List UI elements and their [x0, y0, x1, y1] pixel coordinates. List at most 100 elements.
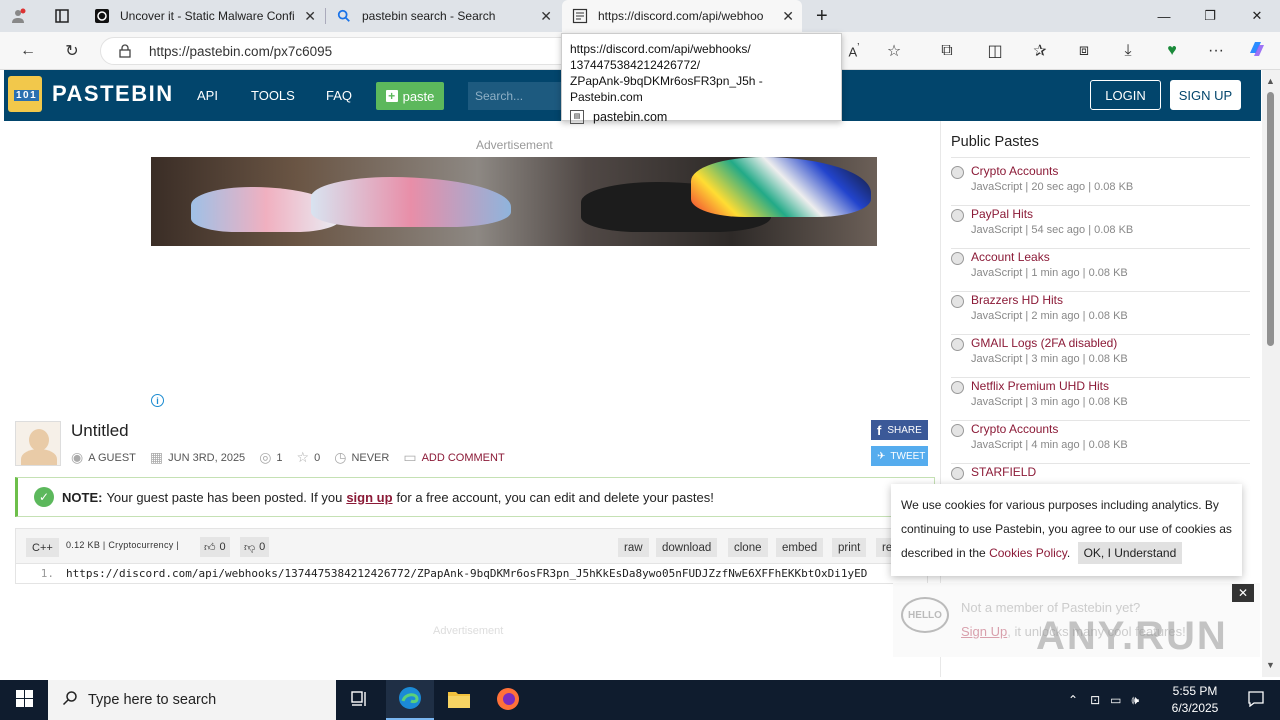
public-paste-item[interactable]: Crypto Accounts JavaScript | 20 sec ago |… [951, 163, 1250, 206]
tab-discord-webhook[interactable]: https://discord.com/api/webhoo ✕ [562, 0, 802, 32]
tab-actions-button[interactable] [44, 0, 82, 32]
task-view-button[interactable] [336, 680, 384, 720]
close-icon[interactable]: ✕ [1232, 584, 1254, 602]
close-tab-icon[interactable]: ✕ [540, 8, 552, 25]
download-button[interactable]: download [656, 538, 718, 557]
scroll-down-icon[interactable]: ▼ [1266, 660, 1275, 670]
back-button[interactable]: ← [14, 38, 42, 64]
facebook-icon: f [877, 422, 882, 438]
downloads-button[interactable]: ⤓ [1114, 38, 1142, 64]
paste-author[interactable]: ◉ A GUEST [71, 449, 136, 466]
star-icon: ☆ [886, 43, 902, 60]
taskbar-search[interactable]: Type here to search [48, 680, 336, 720]
file-explorer-taskbar-button[interactable] [435, 680, 483, 720]
paste-title: Untitled [71, 421, 129, 440]
paste-link[interactable]: Crypto Accounts [971, 422, 1058, 436]
scrollbar-thumb[interactable] [1267, 92, 1274, 346]
nav-api[interactable]: API [197, 88, 218, 103]
cookies-policy-link[interactable]: Cookies Policy [989, 546, 1067, 560]
extensions-button[interactable]: ⧉ [933, 38, 961, 64]
public-paste-item[interactable]: PayPal Hits JavaScript | 54 sec ago | 0.0… [951, 206, 1250, 249]
public-paste-item[interactable]: Account Leaks JavaScript | 1 min ago | 0.… [951, 249, 1250, 292]
paste-stars[interactable]: ☆ 0 [297, 449, 321, 466]
minimize-button[interactable]: — [1141, 0, 1187, 32]
search-icon [336, 8, 352, 24]
paste-link[interactable]: Netflix Premium UHD Hits [971, 379, 1109, 393]
page-scrollbar[interactable]: ▲ ▼ [1262, 70, 1280, 677]
new-paste-button[interactable]: + paste [376, 82, 444, 110]
close-tab-icon[interactable]: ✕ [782, 8, 794, 25]
new-tab-button[interactable]: + [806, 0, 834, 32]
paste-link[interactable]: Brazzers HD Hits [971, 293, 1063, 307]
notifications-button[interactable] [1232, 680, 1280, 720]
paste-link[interactable]: STARFIELD [971, 465, 1036, 479]
paste-link[interactable]: Account Leaks [971, 250, 1050, 264]
paste-link[interactable]: GMAIL Logs (2FA disabled) [971, 336, 1117, 350]
public-paste-item[interactable]: GMAIL Logs (2FA disabled) JavaScript | 3 … [951, 335, 1250, 378]
favorites-button[interactable]: ✰ [1026, 38, 1054, 64]
facebook-share-button[interactable]: f SHARE [871, 420, 928, 440]
close-window-button[interactable]: ✕ [1234, 0, 1280, 32]
scroll-up-icon[interactable]: ▲ [1266, 76, 1275, 86]
edge-taskbar-button[interactable] [386, 680, 434, 720]
browser-essentials-button[interactable]: ♥ [1158, 38, 1186, 64]
nav-tools[interactable]: TOOLS [251, 88, 295, 103]
clock-date: 6/3/2025 [1171, 701, 1219, 715]
signup-button[interactable]: SIGN UP [1170, 80, 1241, 110]
copilot-icon [1247, 39, 1267, 64]
globe-icon [951, 252, 964, 265]
paste-info: JavaScript | 1 min ago | 0.08 KB [971, 267, 1128, 279]
paste-link[interactable]: Crypto Accounts [971, 164, 1058, 178]
ad-info-icon[interactable]: i [151, 394, 164, 407]
anyrun-watermark: ANY.RUN [1036, 614, 1228, 658]
advertisement-banner[interactable] [151, 157, 877, 246]
public-paste-item[interactable]: Netflix Premium UHD Hits JavaScript | 3 m… [951, 378, 1250, 421]
public-paste-item[interactable]: Brazzers HD Hits JavaScript | 2 min ago |… [951, 292, 1250, 335]
favorite-button[interactable]: ☆ [880, 38, 908, 64]
restore-button[interactable]: ❐ [1187, 0, 1233, 32]
notice-text: Your guest paste has been posted. If you [106, 489, 343, 505]
paste-link[interactable]: PayPal Hits [971, 207, 1033, 221]
profile-button[interactable] [0, 0, 44, 32]
volume-icon[interactable]: 🕪︎ [1131, 693, 1139, 708]
close-tab-icon[interactable]: ✕ [304, 8, 316, 25]
network-icon[interactable]: ⊡ [1090, 693, 1100, 707]
clock-time: 5:55 PM [1172, 684, 1218, 698]
refresh-button[interactable]: ↻ [58, 38, 86, 64]
collections-button[interactable]: ⧈ [1070, 38, 1098, 64]
login-button[interactable]: LOGIN [1090, 80, 1161, 110]
start-button[interactable] [0, 680, 48, 720]
chevron-up-icon[interactable]: ⌃ [1068, 693, 1078, 707]
copilot-button[interactable] [1243, 38, 1271, 64]
like-button[interactable]: 👍︎ 0 [200, 537, 230, 557]
dislike-button[interactable]: 👎︎ 0 [240, 537, 270, 557]
tab-uncoverit[interactable]: Uncover it - Static Malware Confi ✕ [84, 0, 324, 32]
print-button[interactable]: print [832, 538, 867, 557]
language-badge[interactable]: C++ [26, 538, 59, 557]
more-button[interactable]: ··· [1202, 38, 1230, 64]
globe-icon [951, 209, 964, 222]
collections-icon: ⧈ [1078, 42, 1090, 59]
embed-button[interactable]: embed [776, 538, 824, 557]
cookie-accept-button[interactable]: OK, I Understand [1077, 542, 1183, 564]
split-screen-button[interactable]: ◫ [981, 38, 1009, 64]
raw-button[interactable]: raw [618, 538, 649, 557]
add-comment-link[interactable]: ▭ ADD COMMENT [403, 449, 504, 466]
clone-button[interactable]: clone [728, 538, 768, 557]
tweet-button[interactable]: ✈ TWEET [871, 446, 928, 466]
check-icon: ✓ [34, 487, 54, 507]
signup-link[interactable]: sign up [346, 490, 392, 505]
tab-pastebin-search[interactable]: pastebin search - Search ✕ [326, 0, 560, 32]
public-paste-item[interactable]: Crypto Accounts JavaScript | 4 min ago | … [951, 421, 1250, 464]
member-signup-link[interactable]: Sign Up [961, 624, 1007, 639]
nav-faq[interactable]: FAQ [326, 88, 352, 103]
taskbar-clock[interactable]: 5:55 PM 6/3/2025 [1160, 683, 1230, 717]
pastebin-logo[interactable]: PASTEBIN [8, 76, 174, 112]
read-aloud-button[interactable]: Aʼ [840, 38, 868, 64]
user-icon: ◉ [71, 449, 84, 465]
ethernet-icon[interactable]: ▭ [1110, 693, 1121, 707]
member-question: Not a member of Pastebin yet? [961, 600, 1141, 615]
paste-button-label: paste [402, 88, 435, 104]
site-search-input[interactable]: Search... [468, 82, 568, 110]
firefox-taskbar-button[interactable] [484, 680, 532, 720]
